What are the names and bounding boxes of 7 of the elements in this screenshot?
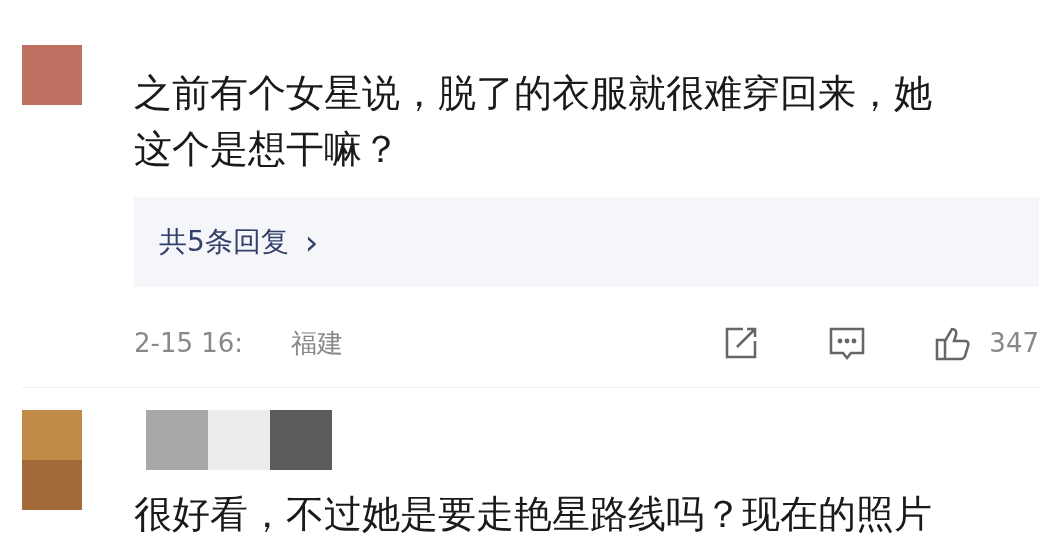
comment-time: 2-15 16:: [134, 326, 244, 360]
comment-text: 很好看，不过她是要走艳星路线吗？现在的照片: [134, 491, 933, 538]
replies-link[interactable]: 共5条回复: [159, 221, 289, 263]
comment-location: 福建: [291, 326, 344, 360]
like-count: 347: [989, 326, 1039, 360]
comment-text: 之前有个女星说，脱了的衣服就很难穿回来，她这个是想干嘛？: [134, 70, 933, 173]
chevron-icon[interactable]: ›: [304, 225, 319, 259]
